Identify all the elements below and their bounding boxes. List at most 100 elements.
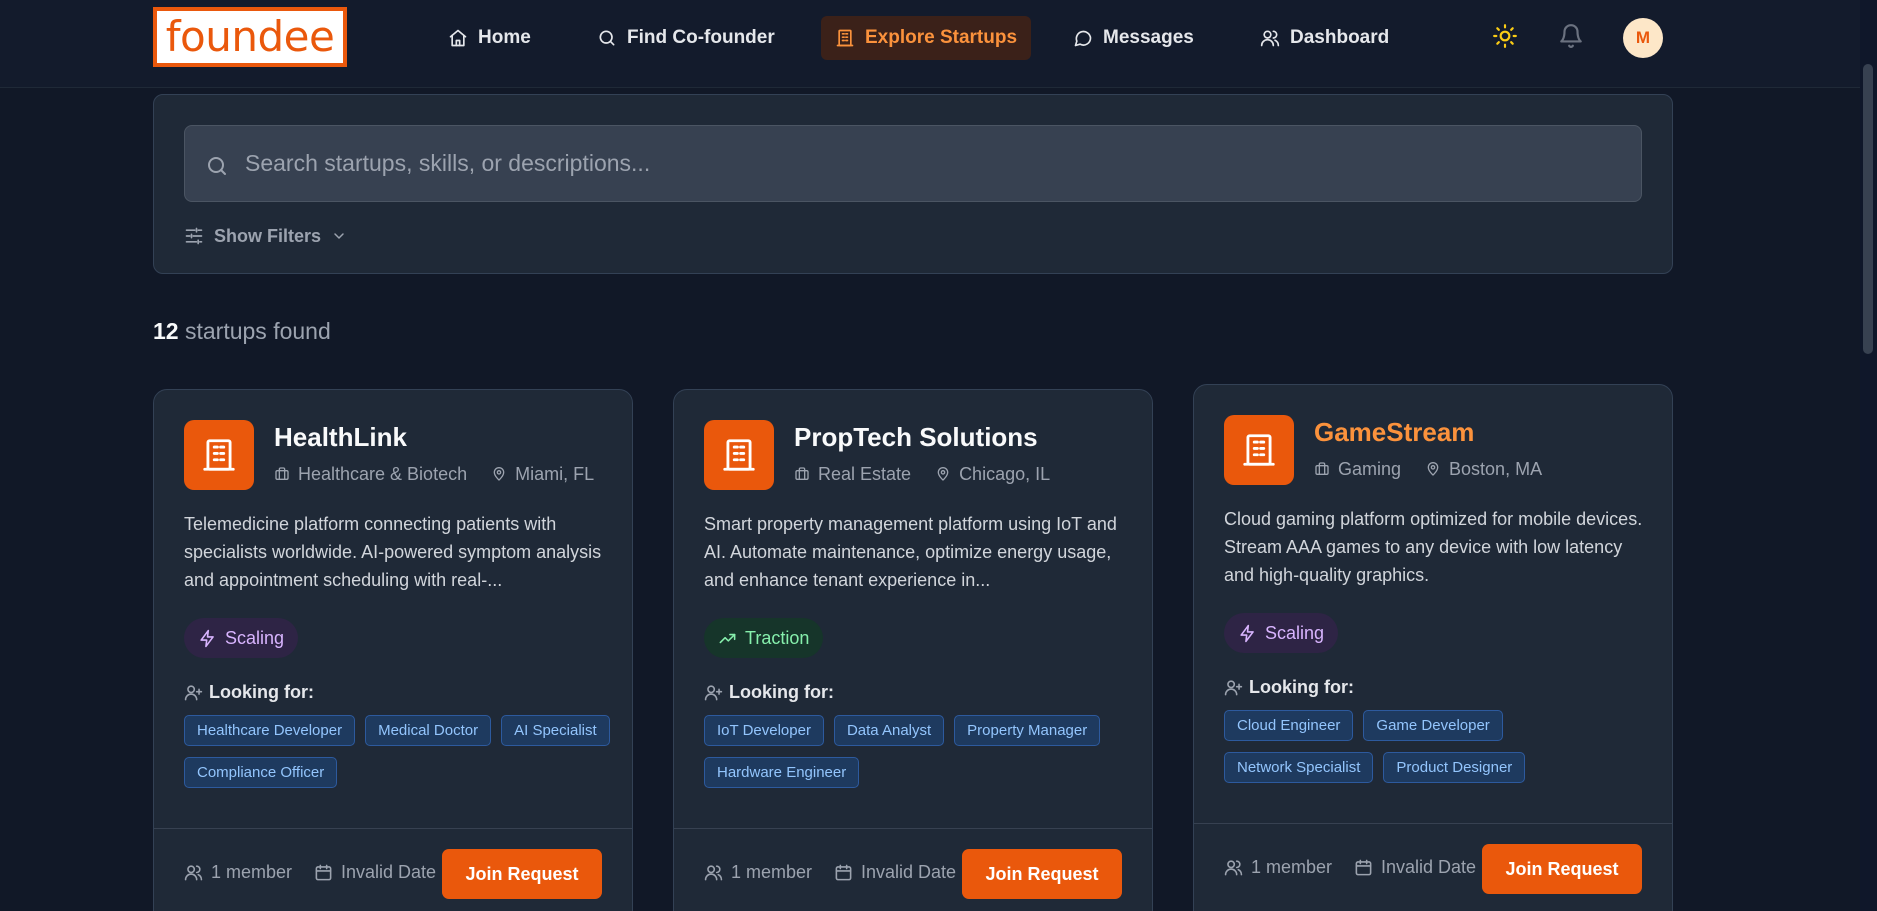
- chevron-down-icon: [334, 233, 344, 239]
- role-tag: Network Specialist: [1224, 752, 1374, 783]
- building-icon: [723, 439, 755, 471]
- user-plus-icon: [1224, 680, 1243, 696]
- startup-name[interactable]: GameStream: [1314, 417, 1474, 448]
- startup-description: Telemedicine platform connecting patient…: [184, 514, 602, 590]
- stage-label: Scaling: [225, 627, 285, 648]
- join-request-button[interactable]: Join Request: [1482, 844, 1642, 894]
- map-pin-icon: [493, 467, 505, 481]
- nav-messages[interactable]: Messages: [1059, 16, 1208, 60]
- join-request-button[interactable]: Join Request: [442, 849, 602, 899]
- results-number: 12: [153, 318, 179, 344]
- startup-description: Smart property management platform using…: [704, 514, 1117, 590]
- startup-industry: Gaming: [1338, 458, 1402, 479]
- nav-home-label: Home: [478, 27, 531, 48]
- map-pin-icon: [937, 467, 949, 481]
- show-filters-button[interactable]: Show Filters: [184, 223, 347, 249]
- startup-card-proptech-solutions[interactable]: PropTech Solutions Real Estate Chicago, …: [673, 389, 1153, 911]
- nav-dashboard-label: Dashboard: [1290, 27, 1390, 48]
- stage-badge: Scaling: [1224, 613, 1339, 653]
- search-icon: [599, 30, 615, 46]
- created-date: Invalid Date: [1354, 855, 1476, 879]
- looking-for-heading: Looking for:: [704, 682, 834, 703]
- looking-for-heading: Looking for:: [184, 682, 314, 703]
- role-tag: Data Analyst: [833, 715, 945, 746]
- scrollbar-thumb[interactable]: [1863, 64, 1873, 354]
- results-count: 12 startups found: [153, 318, 331, 345]
- search-icon: [208, 157, 226, 175]
- member-count: 1 member: [704, 860, 812, 884]
- calendar-icon: [835, 864, 852, 880]
- calendar-icon: [1355, 859, 1372, 875]
- users-icon: [704, 864, 723, 880]
- startup-card-gamestream[interactable]: GameStream Gaming Boston, MA Cloud gamin…: [1193, 384, 1673, 911]
- member-count: 1 member: [184, 860, 292, 884]
- looking-for-heading: Looking for:: [1224, 677, 1354, 698]
- created-date-label: Invalid Date: [1381, 856, 1477, 877]
- nav-dashboard[interactable]: Dashboard: [1246, 16, 1403, 60]
- startup-name[interactable]: HealthLink: [274, 422, 407, 453]
- zap-icon: [1240, 624, 1254, 642]
- nav-find-cofounder[interactable]: Find Co-founder: [583, 16, 789, 60]
- created-date: Invalid Date: [834, 860, 956, 884]
- notifications-button[interactable]: [1558, 23, 1584, 49]
- show-filters-label: Show Filters: [214, 225, 322, 246]
- message-icon: [1074, 30, 1092, 47]
- stage-badge: Scaling: [184, 618, 299, 658]
- startup-name[interactable]: PropTech Solutions: [794, 422, 1038, 453]
- theme-toggle[interactable]: [1492, 23, 1518, 49]
- startup-card-healthlink[interactable]: HealthLink Healthcare & Biotech Miami, F…: [153, 389, 633, 911]
- stage-badge: Traction: [704, 618, 824, 658]
- member-count: 1 member: [1224, 855, 1332, 879]
- startup-industry: Real Estate: [818, 463, 912, 484]
- startup-industry: Healthcare & Biotech: [298, 463, 468, 484]
- role-tag: Hardware Engineer: [704, 757, 860, 788]
- trending-up-icon: [719, 633, 736, 643]
- users-icon: [1224, 859, 1243, 875]
- startup-meta: Gaming Boston, MA: [1314, 458, 1542, 480]
- building-icon: [203, 439, 235, 471]
- looking-for-label: Looking for:: [209, 682, 314, 702]
- nav-messages-label: Messages: [1103, 27, 1194, 48]
- search-input[interactable]: [245, 126, 1625, 201]
- bell-icon: [1560, 24, 1582, 48]
- nav-explore-startups[interactable]: Explore Startups: [821, 16, 1032, 60]
- users-icon: [184, 864, 203, 880]
- nav-home[interactable]: Home: [434, 16, 545, 60]
- startup-description: Cloud gaming platform optimized for mobi…: [1224, 509, 1643, 585]
- foundee-logo[interactable]: foundee: [153, 7, 347, 67]
- join-request-button[interactable]: Join Request: [962, 849, 1122, 899]
- startup-meta: Real Estate Chicago, IL: [794, 463, 1050, 485]
- role-tag: Medical Doctor: [365, 715, 492, 746]
- user-plus-icon: [184, 685, 203, 701]
- search-box: [184, 125, 1642, 202]
- startup-location: Chicago, IL: [959, 463, 1051, 484]
- member-count-label: 1 member: [1251, 856, 1333, 877]
- startup-meta: Healthcare & Biotech Miami, FL: [274, 463, 594, 485]
- calendar-icon: [315, 864, 332, 880]
- role-tag: AI Specialist: [501, 715, 610, 746]
- looking-for-label: Looking for:: [1249, 677, 1354, 697]
- stage-label: Scaling: [1265, 622, 1325, 643]
- home-icon: [449, 29, 467, 47]
- user-plus-icon: [704, 685, 723, 701]
- search-panel: Show Filters: [153, 94, 1673, 274]
- role-tag: IoT Developer: [704, 715, 824, 746]
- member-count-label: 1 member: [211, 861, 293, 882]
- startup-logo: [1224, 415, 1294, 485]
- card-divider: [1194, 823, 1672, 824]
- role-tags: IoT Developer Data Analyst Property Mana…: [704, 715, 1134, 788]
- role-tag: Product Designer: [1383, 752, 1526, 783]
- briefcase-icon: [275, 467, 289, 480]
- user-avatar[interactable]: M: [1623, 18, 1663, 58]
- card-divider: [674, 828, 1152, 829]
- member-count-label: 1 member: [731, 861, 813, 882]
- startup-logo: [184, 420, 254, 490]
- building-icon: [836, 29, 854, 47]
- created-date-label: Invalid Date: [861, 861, 957, 882]
- stage-label: Traction: [745, 627, 810, 648]
- nav-find-cofounder-label: Find Co-founder: [627, 27, 775, 48]
- map-pin-icon: [1427, 462, 1439, 476]
- nav-explore-startups-label: Explore Startups: [865, 27, 1018, 48]
- logo-text: foundee: [157, 11, 343, 63]
- startup-location: Boston, MA: [1449, 458, 1543, 479]
